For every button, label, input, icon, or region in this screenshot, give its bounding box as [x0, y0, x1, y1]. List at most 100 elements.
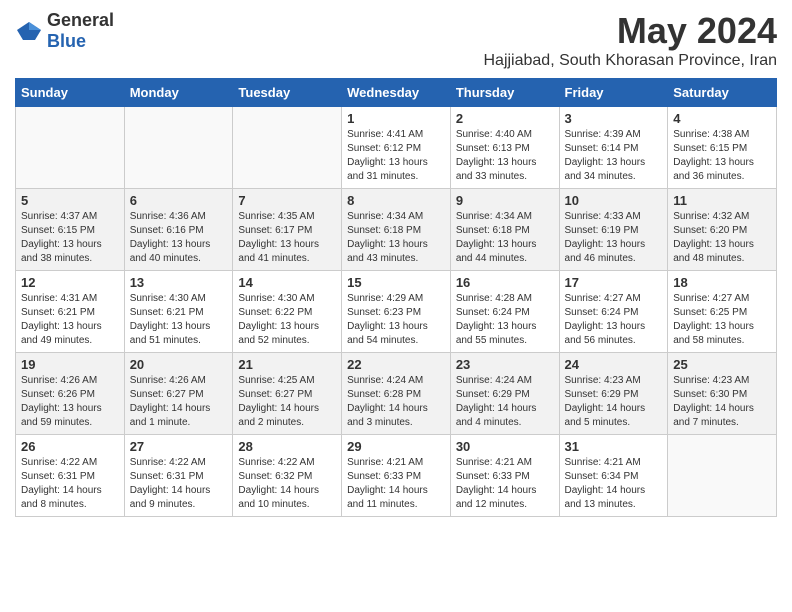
calendar-cell: 27 Sunrise: 4:22 AM Sunset: 6:31 PM Dayli…	[124, 435, 233, 517]
calendar-cell: 30 Sunrise: 4:21 AM Sunset: 6:33 PM Dayli…	[450, 435, 559, 517]
calendar-cell: 6Sunrise: 4:36 AM Sunset: 6:16 PM Daylig…	[124, 189, 233, 271]
day-number: 25	[673, 357, 771, 372]
day-number: 10	[565, 193, 663, 208]
calendar-cell: 1 Sunrise: 4:41 AM Sunset: 6:12 PM Daylig…	[342, 107, 451, 189]
day-info: Sunrise: 4:32 AM Sunset: 6:20 PM Dayligh…	[673, 210, 771, 266]
day-number: 26	[21, 439, 119, 454]
calendar-cell: 19 Sunrise: 4:26 AM Sunset: 6:26 PM Dayli…	[16, 353, 125, 435]
calendar-cell	[668, 435, 777, 517]
calendar-cell: 24Sunrise: 4:23 AM Sunset: 6:29 PM Dayli…	[559, 353, 668, 435]
day-number: 19	[21, 357, 119, 372]
weekday-header-wednesday: Wednesday	[342, 79, 451, 107]
calendar-cell	[16, 107, 125, 189]
day-number: 14	[238, 275, 336, 290]
day-info: Sunrise: 4:38 AM Sunset: 6:15 PM Dayligh…	[673, 128, 771, 184]
calendar-cell: 10Sunrise: 4:33 AM Sunset: 6:19 PM Dayli…	[559, 189, 668, 271]
day-info: Sunrise: 4:26 AM Sunset: 6:27 PM Dayligh…	[130, 374, 228, 430]
day-info: Sunrise: 4:35 AM Sunset: 6:17 PM Dayligh…	[238, 210, 336, 266]
day-info: Sunrise: 4:30 AM Sunset: 6:21 PM Dayligh…	[130, 292, 228, 348]
day-number: 12	[21, 275, 119, 290]
weekday-header-tuesday: Tuesday	[233, 79, 342, 107]
calendar-cell: 22 Sunrise: 4:24 AM Sunset: 6:28 PM Dayli…	[342, 353, 451, 435]
day-number: 13	[130, 275, 228, 290]
day-number: 11	[673, 193, 771, 208]
weekday-header-row: SundayMondayTuesdayWednesdayThursdayFrid…	[16, 79, 777, 107]
calendar-cell: 16 Sunrise: 4:28 AM Sunset: 6:24 PM Dayli…	[450, 271, 559, 353]
day-info: Sunrise: 4:22 AM Sunset: 6:31 PM Dayligh…	[21, 456, 119, 512]
calendar-cell: 20 Sunrise: 4:26 AM Sunset: 6:27 PM Dayli…	[124, 353, 233, 435]
day-info: Sunrise: 4:39 AM Sunset: 6:14 PM Dayligh…	[565, 128, 663, 184]
day-info: Sunrise: 4:27 AM Sunset: 6:25 PM Dayligh…	[673, 292, 771, 348]
calendar-cell: 21Sunrise: 4:25 AM Sunset: 6:27 PM Dayli…	[233, 353, 342, 435]
day-number: 2	[456, 111, 554, 126]
location-subtitle: Hajjiabad, South Khorasan Province, Iran	[483, 52, 777, 70]
weekday-header-sunday: Sunday	[16, 79, 125, 107]
calendar-week-5: 26 Sunrise: 4:22 AM Sunset: 6:31 PM Dayli…	[16, 435, 777, 517]
calendar-cell: 2 Sunrise: 4:40 AM Sunset: 6:13 PM Daylig…	[450, 107, 559, 189]
day-number: 1	[347, 111, 445, 126]
day-info: Sunrise: 4:41 AM Sunset: 6:12 PM Dayligh…	[347, 128, 445, 184]
calendar-cell: 11 Sunrise: 4:32 AM Sunset: 6:20 PM Dayli…	[668, 189, 777, 271]
day-number: 15	[347, 275, 445, 290]
day-info: Sunrise: 4:21 AM Sunset: 6:33 PM Dayligh…	[456, 456, 554, 512]
day-number: 21	[238, 357, 336, 372]
logo-blue: Blue	[47, 31, 86, 51]
page-header: General Blue May 2024 Hajjiabad, South K…	[15, 10, 777, 70]
calendar-cell: 28 Sunrise: 4:22 AM Sunset: 6:32 PM Dayli…	[233, 435, 342, 517]
day-info: Sunrise: 4:29 AM Sunset: 6:23 PM Dayligh…	[347, 292, 445, 348]
calendar-cell: 31Sunrise: 4:21 AM Sunset: 6:34 PM Dayli…	[559, 435, 668, 517]
calendar-cell: 18 Sunrise: 4:27 AM Sunset: 6:25 PM Dayli…	[668, 271, 777, 353]
day-number: 22	[347, 357, 445, 372]
day-number: 30	[456, 439, 554, 454]
day-info: Sunrise: 4:34 AM Sunset: 6:18 PM Dayligh…	[456, 210, 554, 266]
calendar-cell: 15 Sunrise: 4:29 AM Sunset: 6:23 PM Dayli…	[342, 271, 451, 353]
day-info: Sunrise: 4:24 AM Sunset: 6:28 PM Dayligh…	[347, 374, 445, 430]
day-info: Sunrise: 4:21 AM Sunset: 6:33 PM Dayligh…	[347, 456, 445, 512]
calendar-cell	[233, 107, 342, 189]
day-info: Sunrise: 4:28 AM Sunset: 6:24 PM Dayligh…	[456, 292, 554, 348]
day-number: 20	[130, 357, 228, 372]
day-info: Sunrise: 4:27 AM Sunset: 6:24 PM Dayligh…	[565, 292, 663, 348]
day-info: Sunrise: 4:37 AM Sunset: 6:15 PM Dayligh…	[21, 210, 119, 266]
calendar-cell: 8 Sunrise: 4:34 AM Sunset: 6:18 PM Daylig…	[342, 189, 451, 271]
logo-general: General	[47, 10, 114, 30]
day-number: 28	[238, 439, 336, 454]
weekday-header-thursday: Thursday	[450, 79, 559, 107]
day-number: 16	[456, 275, 554, 290]
day-number: 9	[456, 193, 554, 208]
weekday-header-friday: Friday	[559, 79, 668, 107]
day-number: 4	[673, 111, 771, 126]
calendar-cell: 4 Sunrise: 4:38 AM Sunset: 6:15 PM Daylig…	[668, 107, 777, 189]
day-number: 3	[565, 111, 663, 126]
calendar-week-4: 19 Sunrise: 4:26 AM Sunset: 6:26 PM Dayli…	[16, 353, 777, 435]
calendar-cell: 7Sunrise: 4:35 AM Sunset: 6:17 PM Daylig…	[233, 189, 342, 271]
calendar-cell: 12 Sunrise: 4:31 AM Sunset: 6:21 PM Dayli…	[16, 271, 125, 353]
calendar-cell: 17 Sunrise: 4:27 AM Sunset: 6:24 PM Dayli…	[559, 271, 668, 353]
day-number: 5	[21, 193, 119, 208]
calendar-cell: 9 Sunrise: 4:34 AM Sunset: 6:18 PM Daylig…	[450, 189, 559, 271]
day-info: Sunrise: 4:34 AM Sunset: 6:18 PM Dayligh…	[347, 210, 445, 266]
day-number: 24	[565, 357, 663, 372]
day-number: 29	[347, 439, 445, 454]
calendar-table: SundayMondayTuesdayWednesdayThursdayFrid…	[15, 78, 777, 517]
calendar-week-1: 1 Sunrise: 4:41 AM Sunset: 6:12 PM Daylig…	[16, 107, 777, 189]
calendar-week-3: 12 Sunrise: 4:31 AM Sunset: 6:21 PM Dayli…	[16, 271, 777, 353]
day-info: Sunrise: 4:30 AM Sunset: 6:22 PM Dayligh…	[238, 292, 336, 348]
logo: General Blue	[15, 10, 114, 52]
day-info: Sunrise: 4:40 AM Sunset: 6:13 PM Dayligh…	[456, 128, 554, 184]
logo-icon	[15, 20, 43, 42]
day-info: Sunrise: 4:22 AM Sunset: 6:32 PM Dayligh…	[238, 456, 336, 512]
calendar-cell: 23Sunrise: 4:24 AM Sunset: 6:29 PM Dayli…	[450, 353, 559, 435]
month-year-title: May 2024	[483, 10, 777, 52]
day-info: Sunrise: 4:31 AM Sunset: 6:21 PM Dayligh…	[21, 292, 119, 348]
day-info: Sunrise: 4:26 AM Sunset: 6:26 PM Dayligh…	[21, 374, 119, 430]
calendar-cell: 29 Sunrise: 4:21 AM Sunset: 6:33 PM Dayli…	[342, 435, 451, 517]
day-info: Sunrise: 4:22 AM Sunset: 6:31 PM Dayligh…	[130, 456, 228, 512]
day-number: 31	[565, 439, 663, 454]
day-number: 18	[673, 275, 771, 290]
calendar-cell: 26 Sunrise: 4:22 AM Sunset: 6:31 PM Dayli…	[16, 435, 125, 517]
day-info: Sunrise: 4:23 AM Sunset: 6:30 PM Dayligh…	[673, 374, 771, 430]
day-number: 17	[565, 275, 663, 290]
day-number: 27	[130, 439, 228, 454]
day-number: 8	[347, 193, 445, 208]
